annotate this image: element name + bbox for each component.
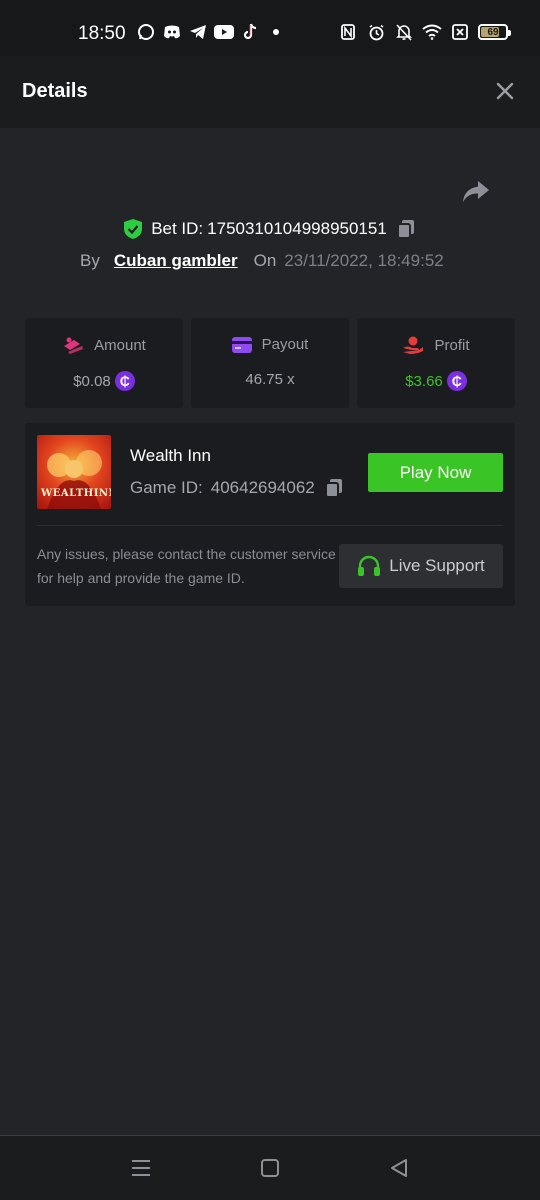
support-note: Any issues, please contact the customer … <box>37 546 336 586</box>
tiktok-icon <box>240 22 260 42</box>
copy-icon <box>396 220 414 239</box>
battery-icon: 69 <box>478 24 511 40</box>
bet-id-label: Bet ID: <box>151 219 204 238</box>
game-id-value: 40642694062 <box>210 478 315 497</box>
close-icon <box>496 82 514 100</box>
copy-game-id-button[interactable] <box>323 477 345 499</box>
page-title: Details <box>22 80 88 102</box>
bet-date: 23/11/2022, 18:49:52 <box>284 251 444 270</box>
share-button[interactable] <box>461 178 491 206</box>
telegram-icon <box>188 22 208 42</box>
profit-icon <box>403 336 424 354</box>
back-triangle-icon <box>391 1159 407 1177</box>
whatsapp-icon <box>136 22 156 42</box>
battery-level: 69 <box>487 26 499 38</box>
payout-value: 46.75 x <box>245 371 295 388</box>
amount-card: Amount $0.08 ₵ <box>25 318 183 408</box>
live-support-button[interactable]: Live Support <box>339 544 503 588</box>
profit-card: Profit $3.66 ₵ <box>357 318 515 408</box>
coin-icon: ₵ <box>114 371 135 391</box>
bell-off-icon <box>394 22 414 42</box>
game-name: Wealth Inn <box>130 446 211 465</box>
alarm-icon <box>366 22 386 42</box>
system-nav-bar <box>0 1135 540 1200</box>
dot-icon <box>266 22 286 42</box>
headset-icon <box>358 555 381 576</box>
on-label: On <box>253 251 277 270</box>
nfc-icon <box>338 22 358 42</box>
payout-card: Payout 46.75 x <box>191 318 349 408</box>
copy-icon <box>324 479 342 498</box>
amount-value: $0.08 <box>73 372 111 390</box>
wifi-icon <box>422 22 442 42</box>
share-icon <box>463 181 489 202</box>
bet-id-value: 1750310104998950151 <box>207 219 387 238</box>
game-thumbnail[interactable]: WEALTHINN <box>37 435 111 509</box>
discord-icon <box>162 22 182 42</box>
system-icons: 69 <box>338 22 511 42</box>
username-link[interactable]: Cuban gambler <box>114 251 238 271</box>
live-support-label: Live Support <box>389 556 485 575</box>
copy-bet-id-button[interactable] <box>395 218 417 240</box>
recent-apps-button[interactable] <box>129 1156 153 1180</box>
close-button[interactable] <box>494 80 516 102</box>
card-icon <box>231 336 252 353</box>
profit-value: $3.66 <box>405 372 443 390</box>
status-bar: 18:50 69 <box>0 0 540 56</box>
amount-icon <box>64 337 84 354</box>
home-button[interactable] <box>258 1156 282 1180</box>
home-square-icon <box>261 1159 279 1177</box>
profit-label: Profit <box>434 336 470 354</box>
amount-label: Amount <box>94 336 146 354</box>
bet-id-row: Bet ID: 1750310104998950151 <box>0 216 540 242</box>
by-label: By <box>80 251 100 270</box>
play-now-button[interactable]: Play Now <box>368 453 503 492</box>
coin-icon: ₵ <box>446 371 467 391</box>
bet-stats: Amount $0.08 ₵ Payout 46.75 x Profit $3.… <box>25 318 515 408</box>
back-button[interactable] <box>387 1156 411 1180</box>
game-card: WEALTHINN Wealth Inn Game ID: 4064269406… <box>25 423 515 606</box>
game-id-label: Game ID: <box>130 478 203 497</box>
notification-icons <box>136 22 286 42</box>
payout-label: Payout <box>261 336 309 353</box>
status-time: 18:50 <box>78 23 126 44</box>
menu-lines-icon <box>132 1160 150 1176</box>
details-header: Details <box>0 56 540 128</box>
sim-x-icon <box>450 22 470 42</box>
divider <box>37 525 503 526</box>
game-id-row: Game ID: 40642694062 <box>130 477 345 499</box>
youtube-icon <box>214 22 234 42</box>
bet-meta-row: By Cuban gambler On 23/11/2022, 18:49:52 <box>80 249 444 273</box>
game-logo-text: WEALTHINN <box>41 488 111 499</box>
verified-shield-icon <box>124 219 143 239</box>
